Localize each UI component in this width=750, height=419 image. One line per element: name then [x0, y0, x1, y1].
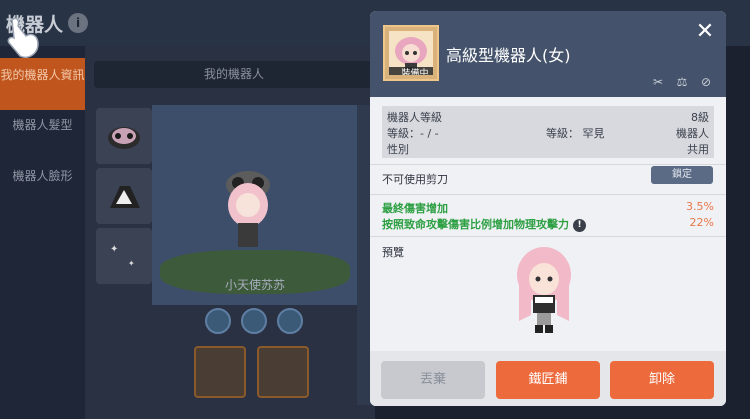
item-portrait: 裝備中: [389, 31, 433, 75]
stat-table: 機器人等級 8級 等級：- / - 等級： 罕見 機器人 性別 共用: [382, 106, 714, 158]
stat-row-level: 機器人等級 8級: [387, 109, 709, 125]
close-icon: ✕: [695, 19, 715, 44]
sidebar: 我的機器人資訊 機器人髮型 機器人臉形: [0, 46, 85, 419]
rarity-label: 等級： 罕見: [546, 127, 605, 140]
divider: [370, 236, 726, 237]
robot-level-value: 8級: [691, 111, 709, 124]
reset-view-button[interactable]: [241, 308, 267, 334]
inventory-item-gold[interactable]: [257, 346, 309, 398]
item-detail-dialog: 裝備中 高級型機器人(女) ✕ ✂ ⚖ ⊘ 機器人等級 8級 等級：- / - …: [370, 11, 726, 406]
divider: [370, 194, 726, 195]
rotate-left-button[interactable]: [205, 308, 231, 334]
sidebar-item-hair[interactable]: 機器人髮型: [0, 118, 85, 132]
sidebar-item-label: 機器人髮型: [12, 118, 73, 132]
scissors-status: 不可使用剪刀: [382, 173, 448, 186]
stat-row-gender: 性別 共用: [387, 141, 709, 157]
info-icon[interactable]: i: [68, 13, 88, 33]
effect-crit-attack-value: 22%: [689, 216, 714, 229]
no-share-icon: ⊘: [700, 75, 712, 89]
sidebar-item-label: 我的機器人資訊: [0, 68, 85, 82]
robot-preview-image: [517, 247, 571, 333]
trade-restriction-icon: ✂: [652, 75, 664, 89]
blacksmith-button[interactable]: 鐵匠鋪: [496, 361, 600, 399]
gender-value: 共用: [687, 143, 709, 156]
outfit-icon: [110, 186, 140, 208]
gender-label: 性別: [387, 143, 409, 156]
sparkle-icon: ✦✦: [110, 244, 135, 268]
effect-crit-attack-label: 按照致命攻擊傷害比例增加物理攻擊力!: [382, 216, 586, 232]
grade-label: 等級：- / -: [387, 127, 439, 140]
background-panel-edge: [357, 105, 371, 405]
discard-button[interactable]: 丟棄: [381, 361, 485, 399]
item-title: 高級型機器人(女): [446, 46, 571, 65]
dialog-footer: 丟棄 鐵匠鋪 卸除: [370, 351, 726, 406]
scale-icon: ⚖: [676, 75, 688, 89]
equip-slot-effect[interactable]: ✦ ✦: [96, 228, 152, 284]
tab-my-robot[interactable]: 我的機器人: [94, 61, 374, 88]
lock-button[interactable]: 鎖定: [651, 166, 713, 184]
equip-slot-hat[interactable]: [96, 108, 152, 164]
dialog-header: 裝備中 高級型機器人(女) ✕ ✂ ⚖ ⊘: [370, 11, 726, 97]
svg-text:✦: ✦: [128, 259, 135, 268]
exclamation-icon[interactable]: !: [573, 218, 586, 232]
inventory-item-robot[interactable]: [194, 346, 246, 398]
svg-text:✦: ✦: [110, 244, 118, 255]
preview-label: 預覽: [382, 246, 404, 259]
sidebar-item-face[interactable]: 機器人臉形: [0, 169, 85, 183]
item-type-value: 機器人: [676, 127, 709, 140]
robot-level-label: 機器人等級: [387, 111, 442, 124]
equipped-badge: 裝備中: [389, 67, 433, 75]
sidebar-item-label: 機器人臉形: [12, 169, 73, 183]
item-icon: 裝備中: [383, 25, 439, 81]
sidebar-item-robot-info[interactable]: 我的機器人資訊: [0, 58, 85, 110]
effect-final-damage-value: 3.5%: [686, 200, 714, 213]
hat-icon: [108, 127, 140, 149]
effect-crit-attack-text: 按照致命攻擊傷害比例增加物理攻擊力: [382, 218, 569, 231]
effect-final-damage-label: 最終傷害增加: [382, 202, 448, 215]
unequip-button[interactable]: 卸除: [610, 361, 714, 399]
equip-slot-outfit[interactable]: [96, 168, 152, 224]
stat-row-grade: 等級：- / - 等級： 罕見 機器人: [387, 125, 709, 141]
rotate-right-button[interactable]: [277, 308, 303, 334]
robot-name: 小天使苏苏: [224, 278, 285, 292]
glove-cursor-icon: [7, 17, 39, 58]
robot-character-image: [226, 171, 270, 247]
close-button[interactable]: ✕: [692, 20, 718, 46]
divider: [370, 164, 726, 165]
